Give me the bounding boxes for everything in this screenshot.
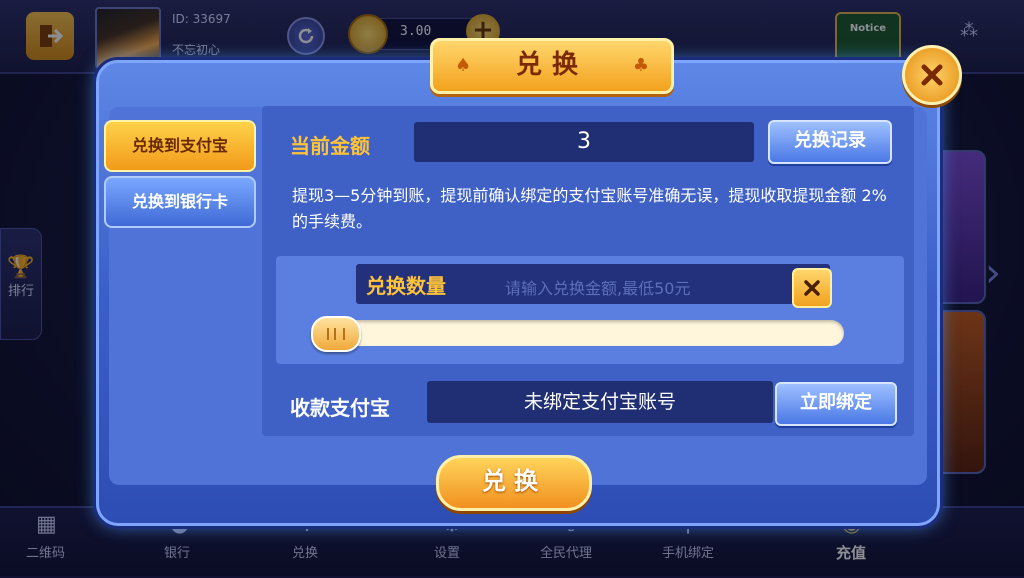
quantity-placeholder: 请输入兑换金额,最低50元: [505, 279, 691, 298]
alipay-account-label: 收款支付宝: [290, 396, 390, 420]
close-icon: [921, 64, 943, 86]
clear-amount-button[interactable]: [792, 268, 832, 308]
tab-bank-card[interactable]: 兑换到银行卡: [104, 176, 256, 228]
tab-alipay[interactable]: 兑换到支付宝: [104, 120, 256, 172]
exchange-history-button[interactable]: 兑换记录: [768, 120, 892, 164]
exchange-tabs: 兑换到支付宝 兑换到银行卡: [102, 108, 258, 518]
close-button[interactable]: [902, 45, 962, 105]
current-amount-label: 当前金额: [290, 134, 370, 158]
withdraw-notice: 提现3—5分钟到账，提现前确认绑定的支付宝账号准确无误，提现收取提现金额 2%的…: [292, 186, 887, 231]
modal-title-plate: ♠ 兑换 ♣: [430, 38, 674, 94]
amount-slider-track[interactable]: [316, 320, 844, 346]
bind-now-button[interactable]: 立即绑定: [775, 382, 897, 426]
current-amount-value: 3: [414, 122, 754, 162]
alipay-account-value: 未绑定支付宝账号: [427, 381, 773, 423]
grip-icon: [327, 328, 345, 340]
quantity-label: 兑换数量: [366, 274, 446, 298]
close-icon: [804, 280, 820, 296]
club-icon: ♣: [632, 55, 649, 76]
amount-slider-handle[interactable]: [311, 316, 361, 352]
exchange-confirm-button[interactable]: 兑换: [436, 455, 592, 511]
